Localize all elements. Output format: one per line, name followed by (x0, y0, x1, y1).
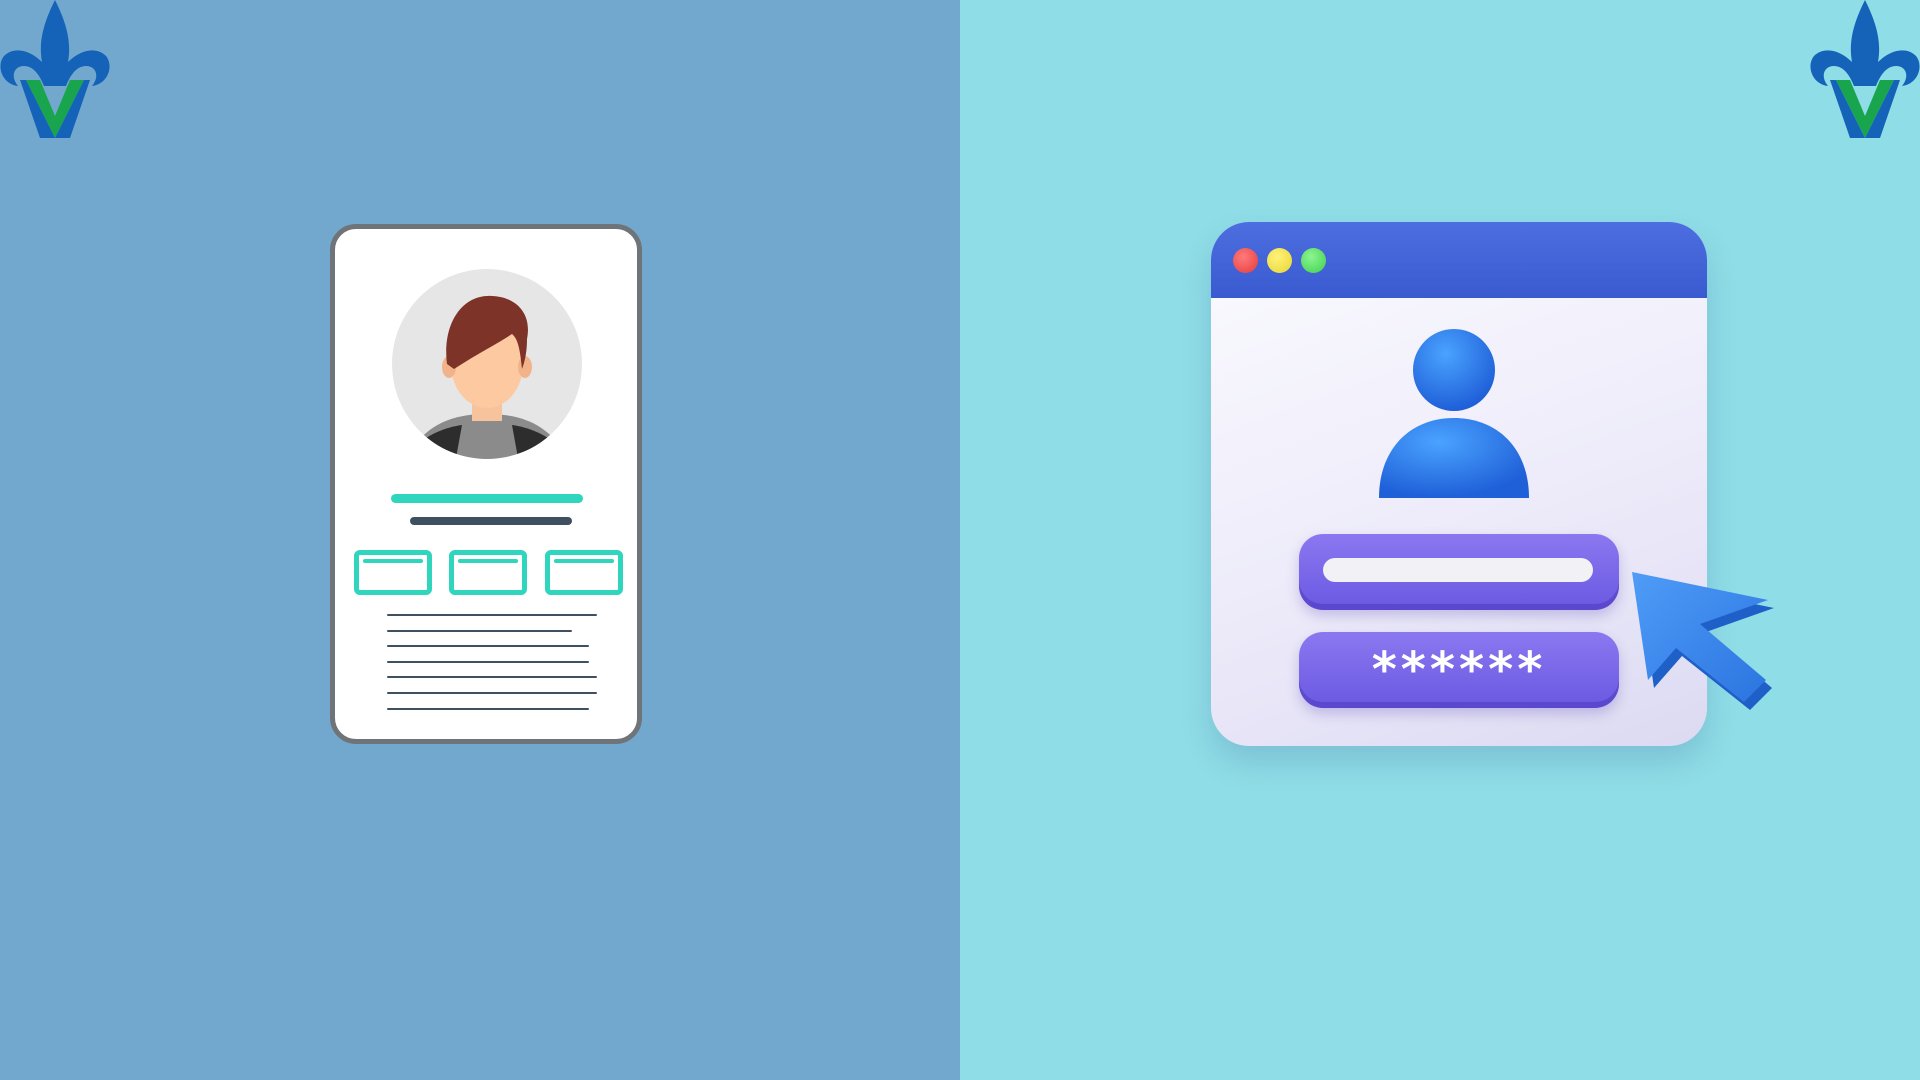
text-line (387, 676, 597, 679)
text-line (387, 614, 597, 616)
minimize-dot-icon[interactable] (1267, 248, 1292, 273)
text-line (387, 629, 572, 632)
fleur-de-lis-v-logo-icon (0, 0, 110, 138)
text-line (387, 691, 597, 694)
info-box (354, 550, 432, 595)
cursor-arrow-icon (1632, 572, 1774, 710)
info-box (449, 550, 527, 595)
user-icon (1379, 329, 1529, 498)
password-field[interactable]: ****** (1299, 632, 1619, 708)
left-panel (0, 0, 960, 1080)
fleur-de-lis-v-logo-icon (1810, 0, 1920, 138)
text-line (387, 645, 589, 648)
maximize-dot-icon[interactable] (1301, 248, 1326, 273)
username-field[interactable] (1299, 534, 1619, 610)
avatar (392, 269, 582, 459)
password-mask[interactable]: ****** (1299, 642, 1619, 698)
close-dot-icon[interactable] (1233, 248, 1258, 273)
name-placeholder-bar (391, 494, 583, 503)
info-box (545, 550, 623, 595)
text-line (387, 707, 589, 710)
window-title-bar (1211, 222, 1707, 298)
subtitle-placeholder-bar (410, 517, 572, 525)
description-lines (387, 614, 597, 723)
person-avatar-icon (412, 295, 562, 459)
profile-card (330, 224, 642, 744)
text-line (387, 660, 589, 663)
username-input[interactable] (1323, 558, 1593, 582)
